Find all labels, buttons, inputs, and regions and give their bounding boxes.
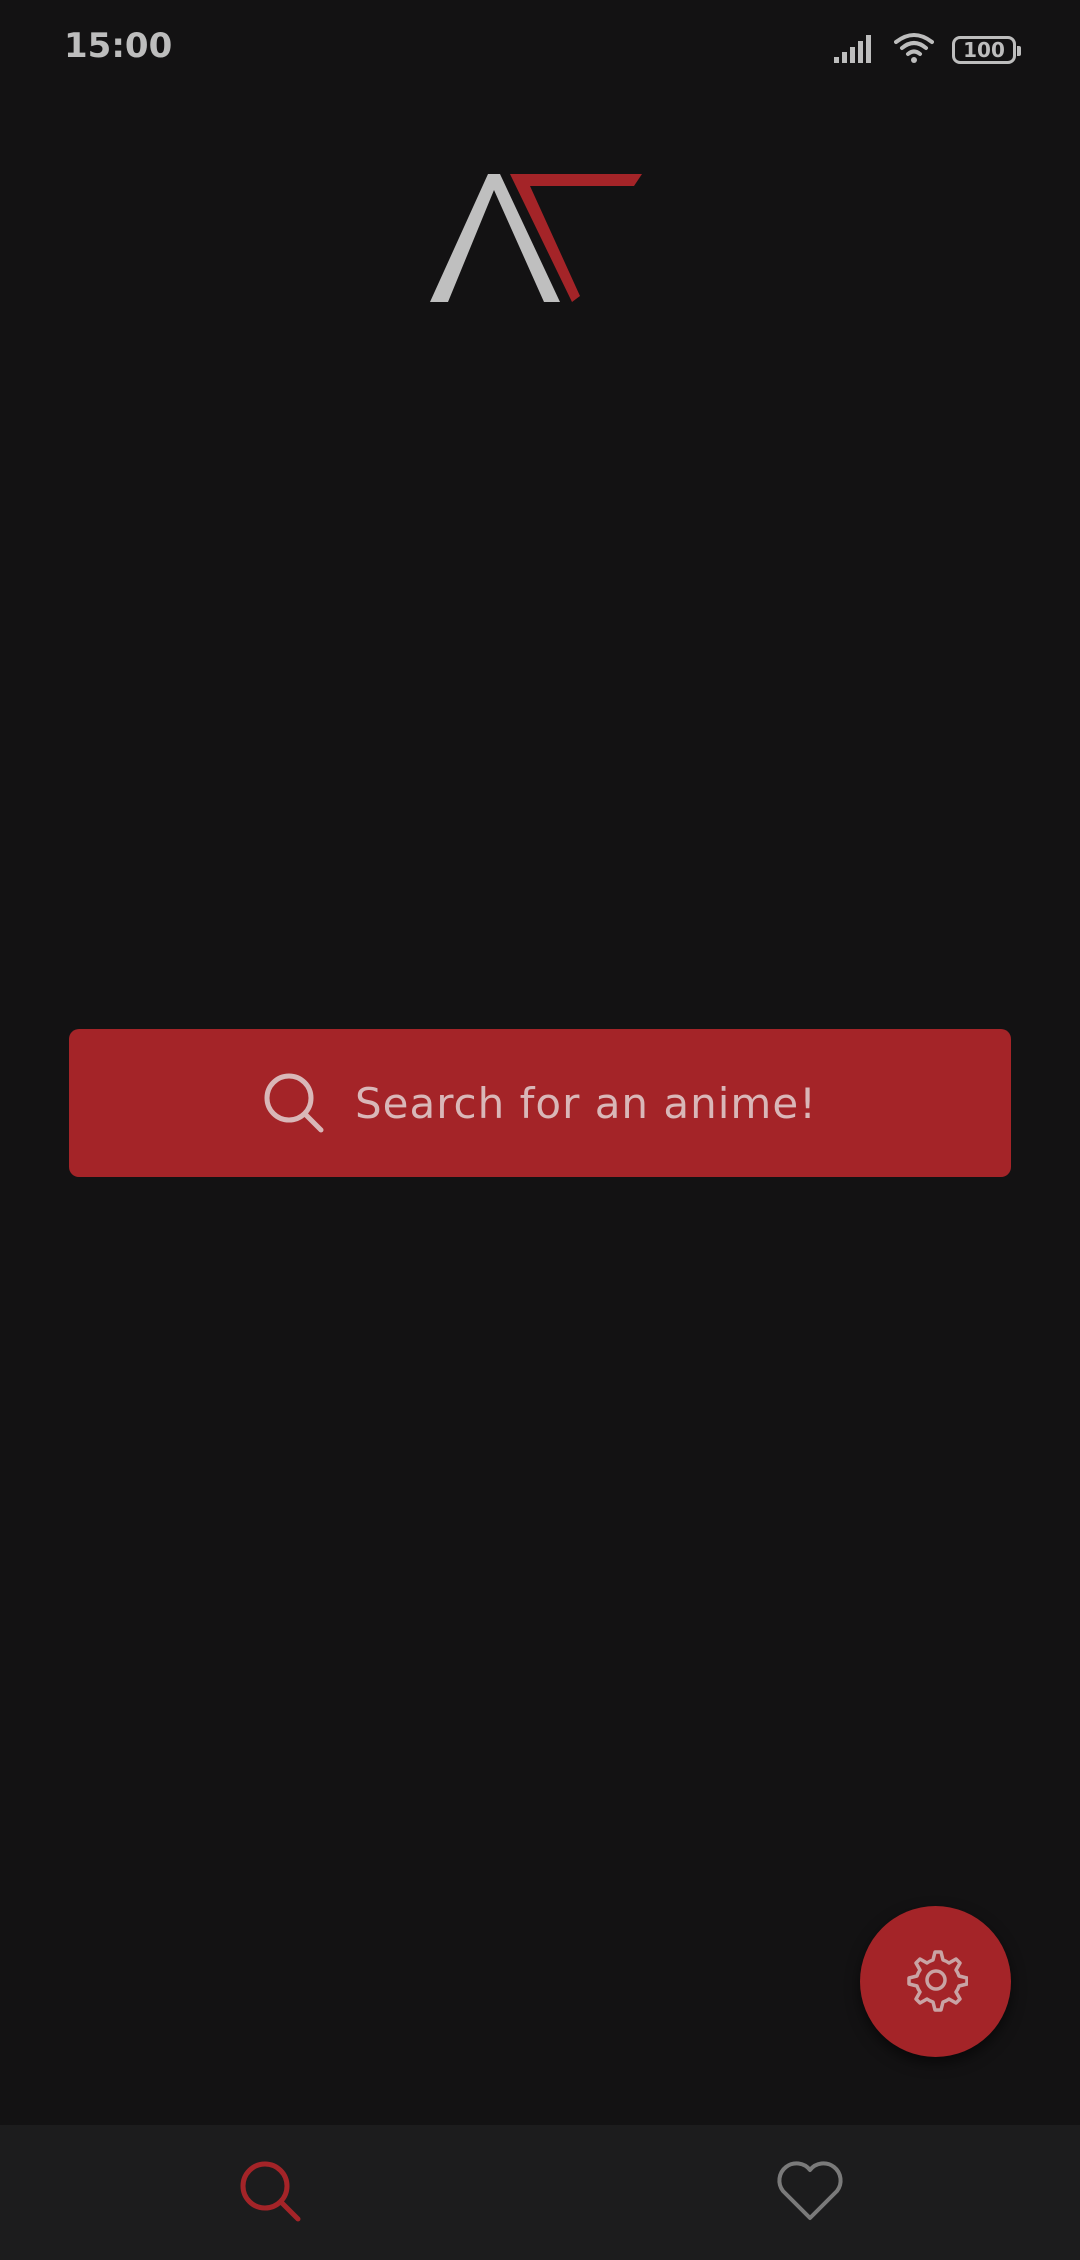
settings-fab-button[interactable]: [860, 1906, 1011, 2057]
app-logo: [430, 170, 650, 310]
search-icon: [238, 2159, 302, 2227]
status-icons: 100: [834, 30, 1021, 70]
search-button-label: Search for an anime!: [354, 1078, 818, 1128]
gear-icon: [904, 1948, 969, 2016]
app-screen: 15:00 100 Search for an anime!: [0, 0, 1080, 2260]
status-time: 15:00: [64, 26, 173, 66]
nav-favorites-tab[interactable]: [540, 2125, 1080, 2260]
battery-icon: 100: [952, 36, 1021, 64]
wifi-icon: [894, 32, 934, 68]
heart-icon: [775, 2160, 845, 2226]
search-icon: [263, 1072, 325, 1134]
status-bar: 15:00 100: [0, 0, 1080, 100]
search-anime-button[interactable]: Search for an anime!: [69, 1029, 1011, 1177]
signal-icon: [834, 33, 876, 67]
bottom-navigation: [0, 2125, 1080, 2260]
nav-search-tab[interactable]: [0, 2125, 540, 2260]
